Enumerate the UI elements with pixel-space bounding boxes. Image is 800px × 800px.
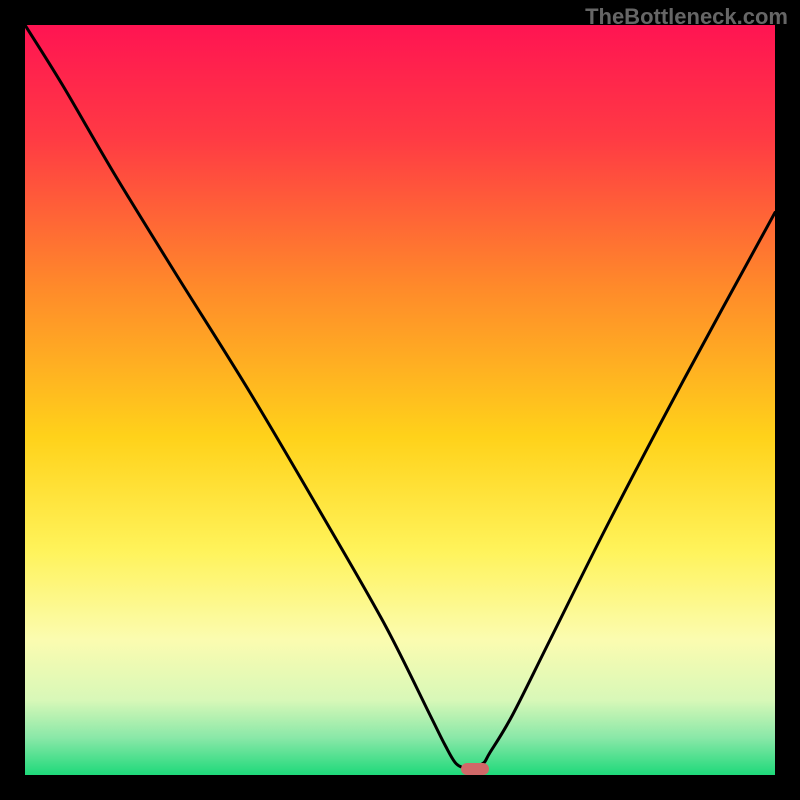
bottleneck-curve <box>25 25 775 768</box>
plot-area <box>25 25 775 775</box>
curve-layer <box>25 25 775 775</box>
bottleneck-chart: TheBottleneck.com <box>0 0 800 800</box>
watermark-text: TheBottleneck.com <box>585 4 788 30</box>
optimal-marker <box>461 763 489 775</box>
